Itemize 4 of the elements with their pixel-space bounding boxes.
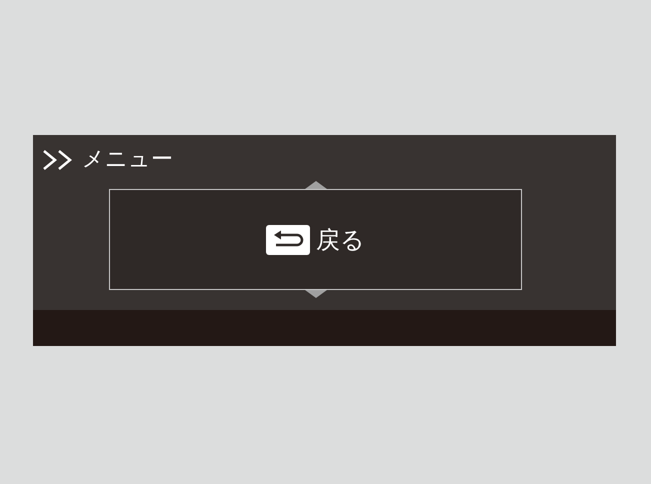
menu-item[interactable]: 戻る xyxy=(109,189,522,290)
return-icon xyxy=(266,224,310,254)
menu-item-label: 戻る xyxy=(316,226,365,254)
screen-title: メニュー xyxy=(82,147,173,173)
